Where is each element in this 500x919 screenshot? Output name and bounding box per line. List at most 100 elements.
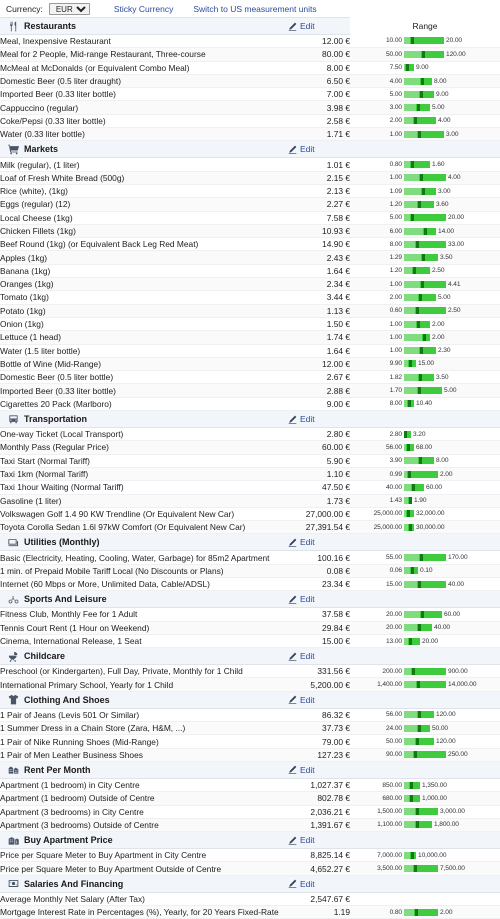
edit-control[interactable]: Edit bbox=[286, 594, 350, 604]
table-row: Average Monthly Net Salary (After Tax) 2,… bbox=[0, 892, 500, 907]
range-bar-lead bbox=[404, 510, 406, 518]
range-bar-group: 1.00 2.00 bbox=[350, 320, 500, 328]
range-bar bbox=[404, 307, 446, 315]
item-price: 1,391.67 € bbox=[286, 818, 350, 833]
edit-link[interactable]: Edit bbox=[300, 835, 315, 845]
item-range: 0.60 2.50 bbox=[350, 304, 500, 318]
table-row: Fitness Club, Monthly Fee for 1 Adult 37.… bbox=[0, 607, 500, 622]
range-bar-lead bbox=[404, 821, 415, 829]
range-min-label: 2.00 bbox=[389, 117, 403, 125]
table-row: 1 Summer Dress in a Chain Store (Zara, H… bbox=[0, 721, 500, 736]
edit-link[interactable]: Edit bbox=[300, 695, 315, 705]
range-marker bbox=[416, 240, 419, 248]
edit-control[interactable]: Edit bbox=[286, 414, 350, 424]
item-price: 12.00 € bbox=[286, 34, 350, 49]
range-bar-group: 8.00 33.00 bbox=[350, 240, 500, 248]
edit-link[interactable]: Edit bbox=[300, 594, 315, 604]
table-row: Imported Beer (0.33 liter bottle) 2.88 €1… bbox=[0, 383, 500, 398]
range-bar-lead bbox=[404, 554, 419, 562]
edit-link[interactable]: Edit bbox=[300, 537, 315, 547]
range-marker bbox=[408, 470, 411, 478]
section-header-row: Sports And Leisure Edit bbox=[0, 590, 500, 609]
range-max-label: 0.10 bbox=[420, 567, 433, 575]
edit-link[interactable]: Edit bbox=[300, 651, 315, 661]
section-header-row: Utilities (Monthly) Edit bbox=[0, 533, 500, 552]
item-name: Apartment (3 bedrooms) Outside of Centre bbox=[0, 818, 286, 833]
edit-control[interactable]: Edit bbox=[286, 537, 350, 547]
range-bar-lead bbox=[404, 320, 416, 328]
range-bar-group: 1,100.00 1,800.00 bbox=[350, 821, 500, 829]
range-max-label: 2.50 bbox=[448, 307, 461, 315]
range-bar-lead bbox=[404, 130, 417, 138]
edit-control[interactable]: Edit bbox=[286, 879, 350, 889]
range-bar bbox=[404, 320, 430, 328]
range-marker bbox=[410, 794, 413, 802]
range-marker bbox=[414, 117, 417, 125]
range-marker bbox=[417, 320, 420, 328]
range-max-label: 1.90 bbox=[414, 497, 427, 505]
item-range: 1.00 4.00 bbox=[350, 171, 500, 185]
item-range: 0.80 2.00 bbox=[350, 905, 500, 919]
edit-control[interactable]: Edit bbox=[286, 21, 350, 31]
range-bar-group: 1.00 2.30 bbox=[350, 347, 500, 355]
range-bar-lead bbox=[404, 781, 409, 789]
range-max-label: 20.00 bbox=[422, 637, 439, 645]
sticky-currency-link[interactable]: Sticky Currency bbox=[114, 4, 174, 14]
item-name: Apartment (3 bedrooms) in City Centre bbox=[0, 805, 286, 819]
table-row: Water (0.33 liter bottle) 1.71 € 1.00 3.00 bbox=[0, 127, 500, 142]
range-max-label: 2.00 bbox=[432, 333, 445, 341]
edit-control[interactable]: Edit bbox=[286, 695, 350, 705]
range-marker bbox=[420, 90, 423, 98]
item-range: 20.00 60.00 bbox=[350, 607, 500, 622]
range-marker bbox=[408, 400, 411, 408]
edit-control[interactable]: Edit bbox=[286, 765, 350, 775]
section-title-cell: Childcare bbox=[0, 647, 286, 666]
currency-toolbar: Currency: EUR Sticky Currency Switch to … bbox=[0, 0, 500, 17]
range-bar-group: 8.00 10.40 bbox=[350, 400, 500, 408]
edit-control[interactable]: Edit bbox=[286, 144, 350, 154]
range-bar bbox=[404, 293, 436, 301]
item-name: Water (1.5 liter bottle) bbox=[0, 344, 286, 358]
item-price: 2.80 € bbox=[286, 427, 350, 442]
section-header-row: Transportation Edit bbox=[0, 410, 500, 429]
range-max-label: 250.00 bbox=[448, 751, 468, 759]
range-bar bbox=[404, 483, 424, 491]
range-bar-group: 680.00 1,000.00 bbox=[350, 794, 500, 802]
currency-select[interactable]: EUR bbox=[48, 2, 90, 15]
item-price: 60.00 € bbox=[286, 440, 350, 455]
item-name: Oranges (1kg) bbox=[0, 277, 286, 292]
item-name: Imported Beer (0.33 liter bottle) bbox=[0, 383, 286, 398]
range-bar-group: 2.80 3.20 bbox=[350, 430, 500, 438]
range-max-label: 9.00 bbox=[436, 90, 449, 98]
edit-link[interactable]: Edit bbox=[300, 21, 315, 31]
item-range: 1.20 3.60 bbox=[350, 197, 500, 212]
range-bar-group: 1.43 1.90 bbox=[350, 497, 500, 505]
range-marker bbox=[421, 610, 424, 618]
switch-units-link[interactable]: Switch to US measurement units bbox=[193, 4, 316, 14]
table-row: 1 Pair of Jeans (Levis 501 Or Similar) 86… bbox=[0, 708, 500, 723]
range-bar-lead bbox=[404, 567, 410, 575]
range-min-label: 1.43 bbox=[389, 497, 403, 505]
item-name: Average Monthly Net Salary (After Tax) bbox=[0, 892, 286, 907]
item-range: 1.00 2.00 bbox=[350, 317, 500, 332]
item-range: 1.00 3.00 bbox=[350, 127, 500, 142]
table-row: Oranges (1kg) 2.34 € 1.00 4.41 bbox=[0, 277, 500, 292]
edit-control[interactable]: Edit bbox=[286, 651, 350, 661]
edit-link[interactable]: Edit bbox=[300, 765, 315, 775]
section-title: Utilities (Monthly) bbox=[0, 537, 286, 548]
range-bar bbox=[404, 637, 420, 645]
range-marker bbox=[415, 908, 418, 916]
item-name: Banana (1kg) bbox=[0, 264, 286, 279]
range-max-label: 15.00 bbox=[418, 360, 435, 368]
item-name: Chicken Fillets (1kg) bbox=[0, 224, 286, 239]
table-row: Onion (1kg) 1.50 € 1.00 2.00 bbox=[0, 317, 500, 332]
edit-link[interactable]: Edit bbox=[300, 879, 315, 889]
edit-link[interactable]: Edit bbox=[300, 144, 315, 154]
range-max-label: 30,000.00 bbox=[416, 523, 445, 531]
section-title-label: Sports And Leisure bbox=[24, 594, 107, 605]
edit-control[interactable]: Edit bbox=[286, 835, 350, 845]
item-name: Cinema, International Release, 1 Seat bbox=[0, 634, 286, 649]
item-range: 2.00 5.00 bbox=[350, 290, 500, 305]
range-max-label: 20.00 bbox=[446, 37, 463, 45]
edit-link[interactable]: Edit bbox=[300, 414, 315, 424]
